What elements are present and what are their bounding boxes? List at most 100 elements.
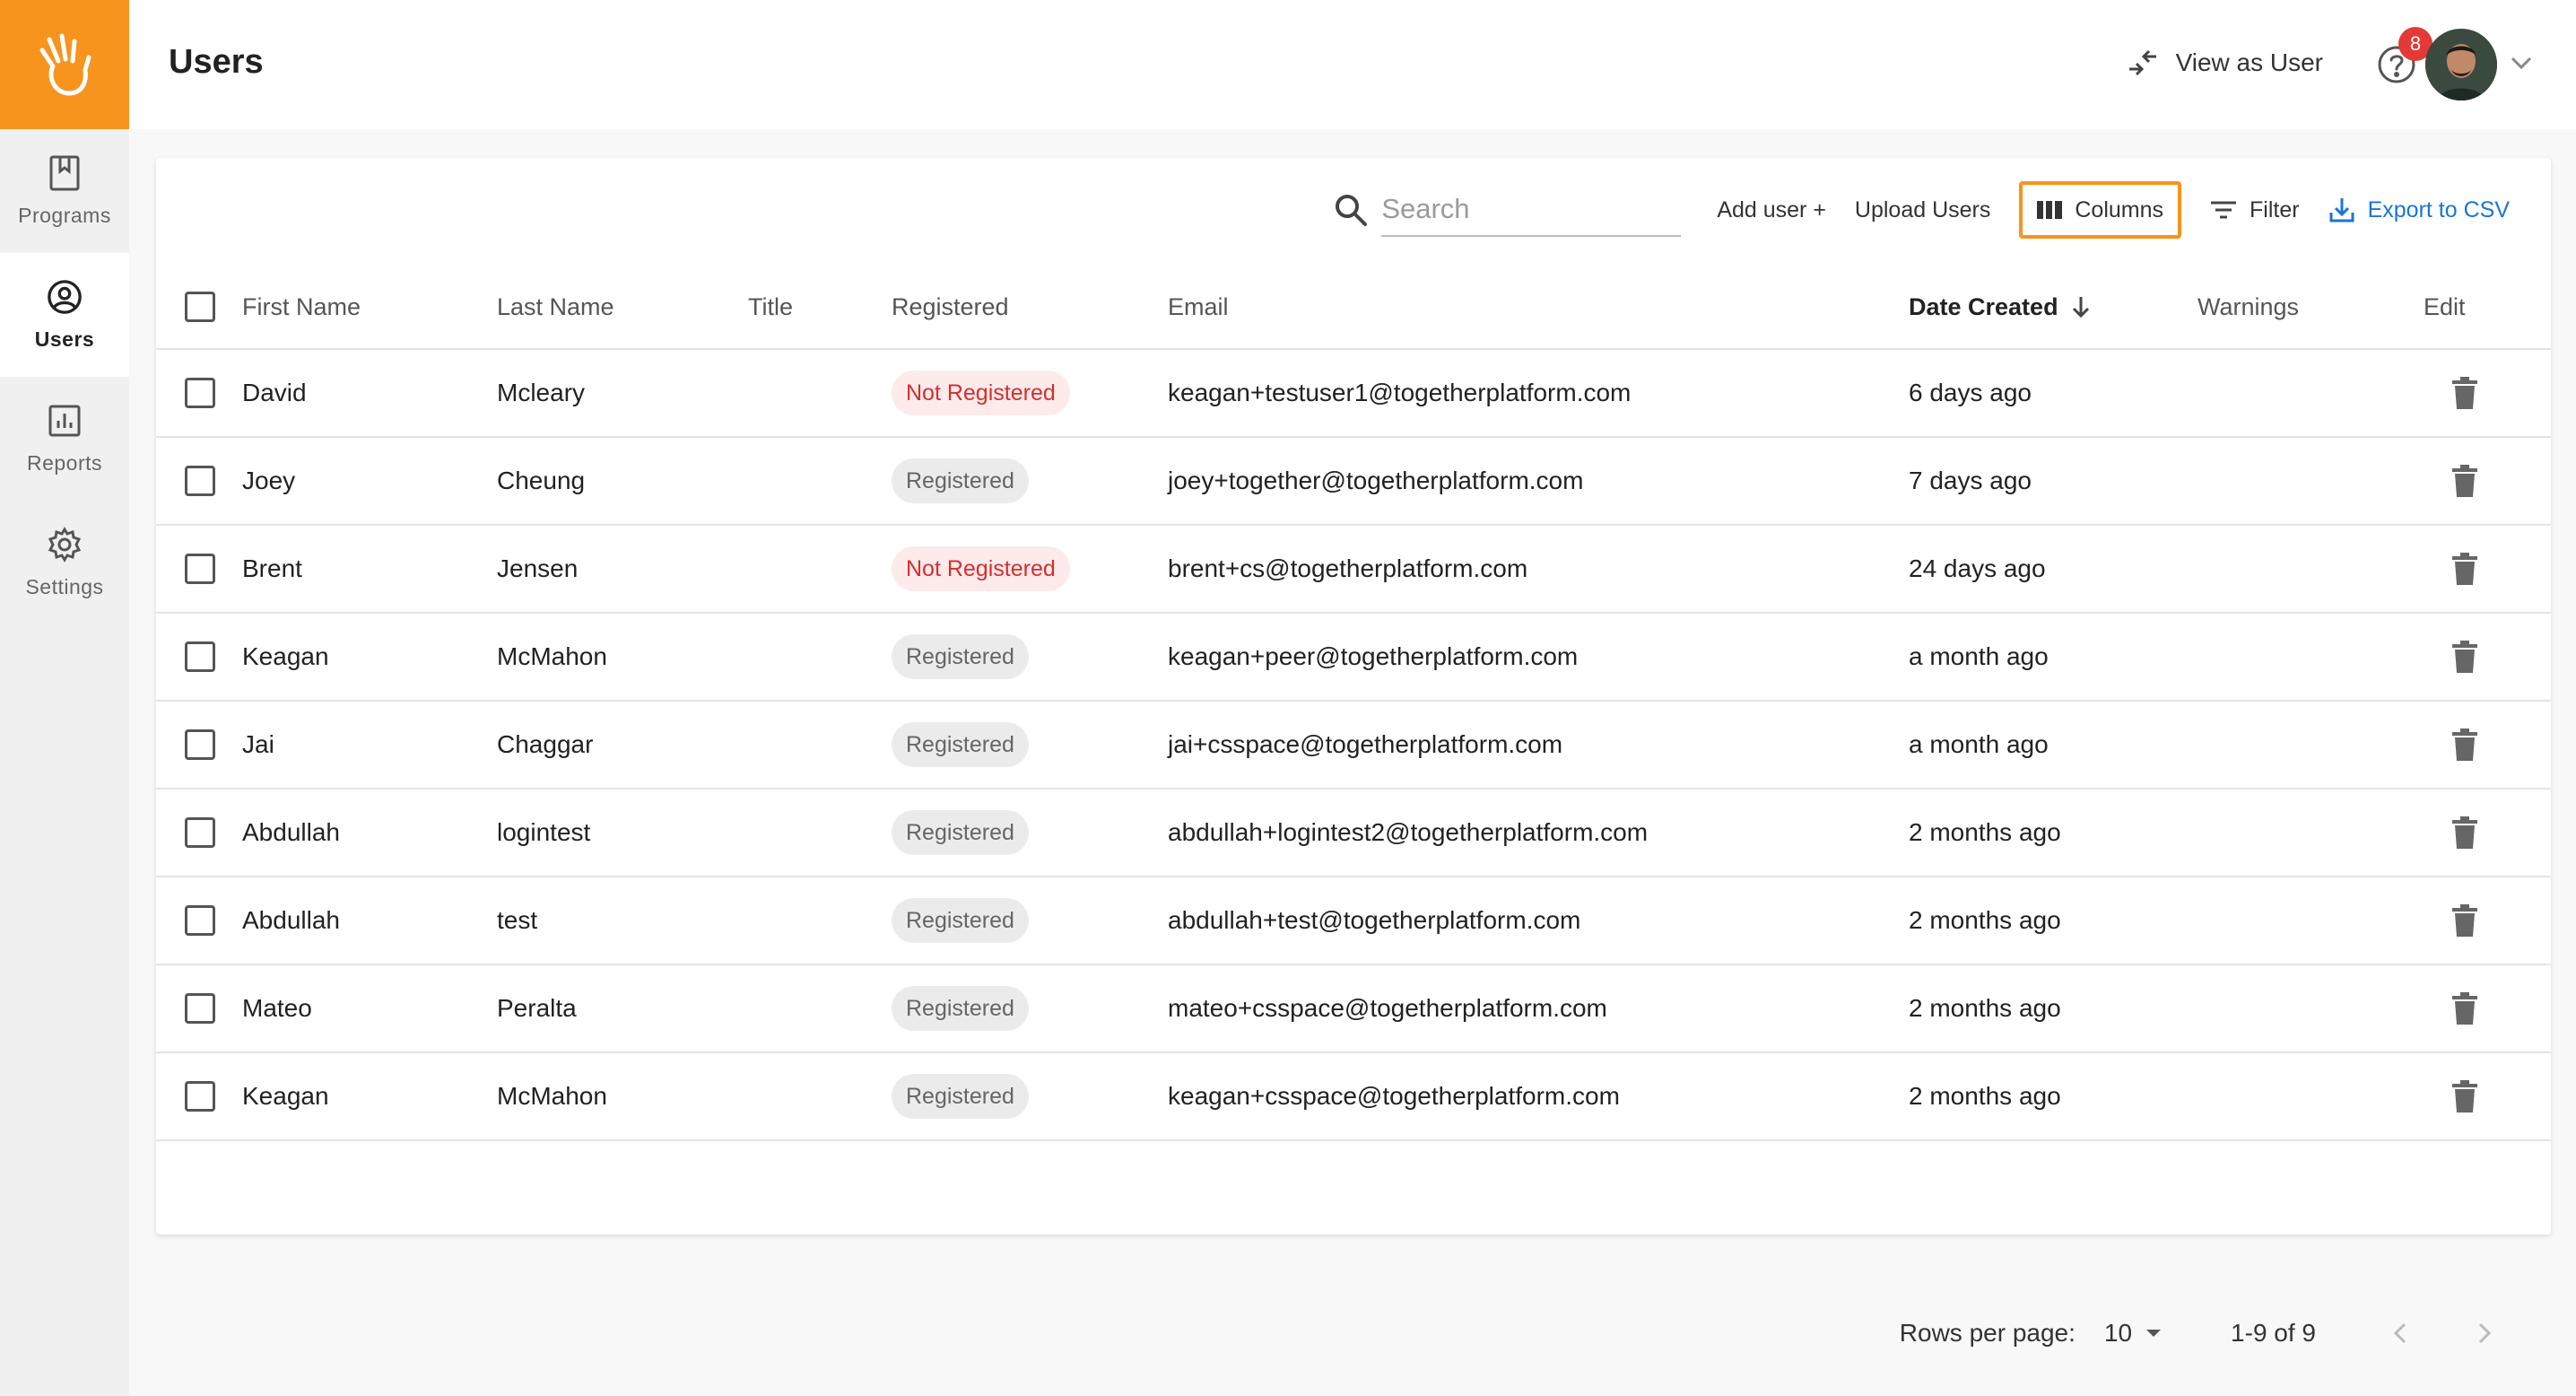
registration-status-badge: Registered [892,986,1029,1031]
last-name-cell: Chaggar [497,730,594,758]
users-table-card: Add user + Upload Users Columns Filter E… [156,158,2551,1347]
registration-status-badge: Registered [892,1074,1029,1119]
row-checkbox[interactable] [185,1081,215,1112]
upload-users-button[interactable]: Upload Users [1841,181,2005,239]
last-name-cell: Mcleary [497,379,586,406]
row-checkbox[interactable] [185,554,215,584]
table-toolbar: Add user + Upload Users Columns Filter E… [1333,178,2524,242]
sidebar-item-reports[interactable]: Reports [0,377,129,501]
sidebar-item-programs[interactable]: Programs [0,129,129,253]
table-row[interactable]: Jai Chaggar Registered jai+csspace@together… [156,702,2551,790]
last-name-cell: Jensen [497,554,579,582]
avatar[interactable] [2425,29,2497,100]
last-name-cell: test [497,906,538,934]
trash-icon[interactable] [2452,816,2477,849]
column-header-first-name[interactable]: First Name [242,266,361,348]
first-name-cell: Mateo [242,994,312,1022]
export-csv-label: Export to CSV [2367,196,2510,222]
trash-icon[interactable] [2452,377,2477,409]
search-input[interactable] [1381,183,1682,237]
table-row[interactable]: Keagan McMahon Registered keagan+csspace@to… [156,1053,2551,1141]
download-icon [2329,198,2354,222]
column-header-title[interactable]: Title [748,266,793,348]
email-cell: keagan+csspace@togetherplatform.com [1168,1082,1620,1110]
trash-icon[interactable] [2452,904,2477,937]
add-user-label: Add user + [1717,196,1826,222]
column-header-edit: Edit [2424,292,2466,320]
column-header-email[interactable]: Email [1168,266,1229,348]
first-name-cell: Keagan [242,642,329,670]
row-checkbox[interactable] [185,378,215,408]
select-all-checkbox[interactable] [185,292,215,322]
column-header-date-label: Date Created [1909,292,2058,320]
app-logo[interactable] [0,0,129,129]
table-row[interactable]: Keagan McMahon Registered keagan+peer@toget… [156,614,2551,702]
trash-icon[interactable] [2452,465,2477,497]
filter-icon [2211,201,2237,219]
registration-status-badge: Not Registered [892,546,1070,591]
first-name-cell: David [242,379,307,406]
email-cell: brent+cs@togetherplatform.com [1168,554,1528,582]
previous-page-button[interactable] [2379,1312,2422,1355]
search-box [1333,183,1682,237]
table-row[interactable]: David Mcleary Not Registered keagan+testuse… [156,350,2551,438]
add-user-button[interactable]: Add user + [1702,181,1841,239]
sidebar-item-label: Programs [18,203,111,227]
row-checkbox[interactable] [185,905,215,936]
sidebar-item-users[interactable]: Users [0,253,129,377]
page-range: 1-9 of 9 [2231,1319,2316,1347]
table-row[interactable]: Abdullah test Registered abdullah+test@toge… [156,877,2551,965]
email-cell: abdullah+logintest2@togetherplatform.com [1168,818,1649,846]
row-checkbox[interactable] [185,817,215,848]
email-cell: keagan+testuser1@togetherplatform.com [1168,379,1632,406]
trash-icon[interactable] [2452,553,2477,585]
table-row[interactable]: Joey Cheung Registered joey+together@togeth… [156,438,2551,526]
swap-arrows-icon [2128,49,2156,76]
sidebar: Programs Users Reports Settings [0,0,129,1396]
chevron-right-icon [2478,1322,2492,1344]
columns-button[interactable]: Columns [2019,181,2182,239]
chevron-down-icon[interactable] [2510,56,2533,74]
table-row[interactable]: Mateo Peralta Registered mateo+csspace@toge… [156,965,2551,1053]
column-header-last-name[interactable]: Last Name [497,266,614,348]
view-as-user-button[interactable]: View as User [2126,48,2323,77]
sidebar-item-label: Settings [25,574,104,598]
sidebar-item-label: Reports [26,450,103,475]
rows-per-page-select[interactable]: 10 [2104,1319,2163,1348]
row-checkbox[interactable] [185,466,215,496]
next-page-button[interactable] [2463,1312,2506,1355]
email-cell: keagan+peer@togetherplatform.com [1168,642,1579,670]
trash-icon[interactable] [2452,641,2477,673]
row-checkbox[interactable] [185,729,215,760]
table-row[interactable]: Abdullah logintest Registered abdullah+logi… [156,790,2551,877]
gear-icon [47,526,83,563]
row-checkbox[interactable] [185,641,215,672]
last-name-cell: logintest [497,818,591,846]
sidebar-item-settings[interactable]: Settings [0,501,129,624]
search-icon [1336,195,1368,226]
row-checkbox[interactable] [185,993,215,1024]
upload-users-label: Upload Users [1854,196,1991,222]
registration-status-badge: Registered [892,898,1029,943]
trash-icon[interactable] [2452,992,2477,1025]
column-header-date-created[interactable]: Date Created [1909,266,2091,348]
filter-button[interactable]: Filter [2196,181,2314,239]
export-csv-button[interactable]: Export to CSV [2314,181,2524,239]
trash-icon[interactable] [2452,729,2477,761]
date-created-cell: 24 days ago [1909,554,2046,582]
trash-icon[interactable] [2452,1080,2477,1112]
sort-down-arrow-icon [2072,297,2089,318]
registration-status-badge: Registered [892,634,1029,679]
date-created-cell: 2 months ago [1909,1082,2061,1110]
first-name-cell: Brent [242,554,302,582]
column-header-registered[interactable]: Registered [892,266,1009,348]
email-cell: mateo+csspace@togetherplatform.com [1168,994,1607,1022]
registration-status-badge: Registered [892,722,1029,767]
rows-per-page-label: Rows per page: [1899,1319,2076,1347]
column-header-warnings[interactable]: Warnings [2197,266,2299,348]
table-row[interactable]: Brent Jensen Not Registered brent+cs@togeth… [156,526,2551,614]
first-name-cell: Abdullah [242,906,340,934]
email-cell: abdullah+test@togetherplatform.com [1168,906,1581,934]
page-title: Users [169,43,264,81]
chevron-left-icon [2393,1322,2406,1344]
